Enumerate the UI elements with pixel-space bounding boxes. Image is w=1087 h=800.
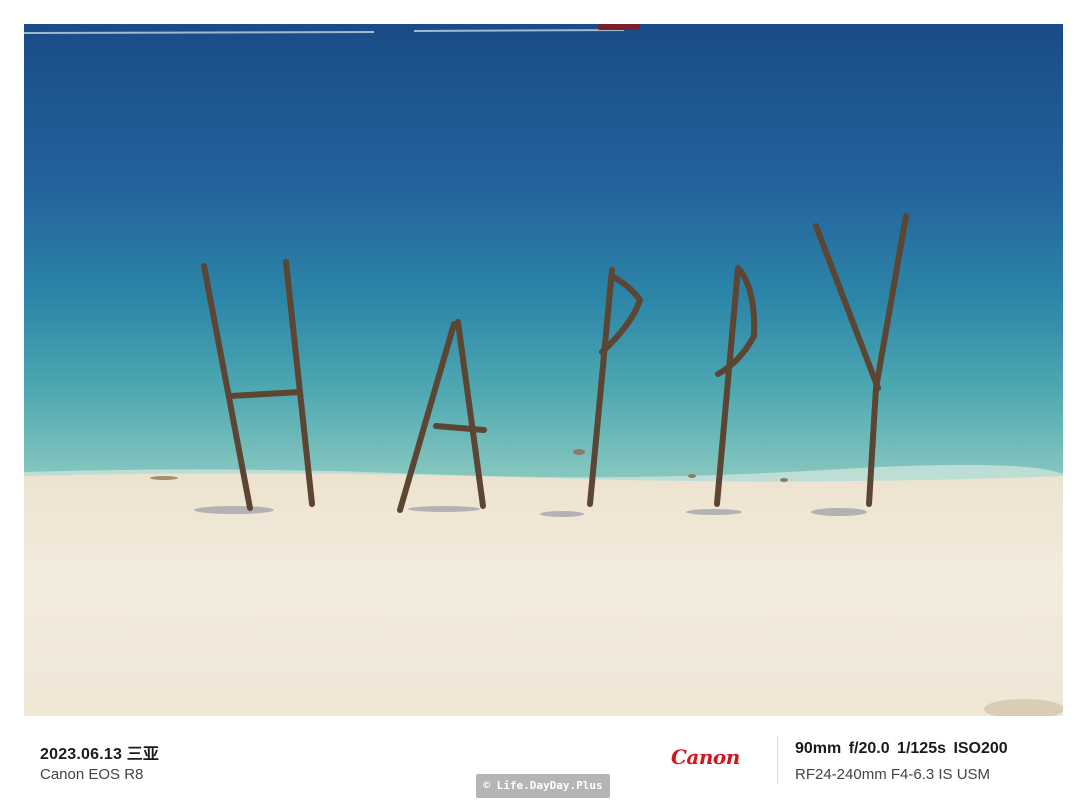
divider <box>777 736 778 784</box>
watermark: © Life.DayDay.Plus <box>476 774 610 798</box>
canon-logo: Canon <box>671 745 740 769</box>
sand <box>24 473 1063 716</box>
sea <box>24 24 1063 484</box>
camera-model: Canon EOS R8 <box>40 766 144 783</box>
exposure-settings: 90mm f/20.0 1/125s ISO200 <box>795 740 1008 757</box>
photo-info-footer: 2023.06.13 三亚 Canon EOS R8 Canon 90mm f/… <box>0 716 1087 800</box>
boat <box>598 24 640 30</box>
date-location: 2023.06.13 三亚 <box>40 746 160 763</box>
lens-model: RF24-240mm F4-6.3 IS USM <box>795 766 991 783</box>
beach-photo <box>24 24 1063 716</box>
photo <box>24 24 1063 716</box>
